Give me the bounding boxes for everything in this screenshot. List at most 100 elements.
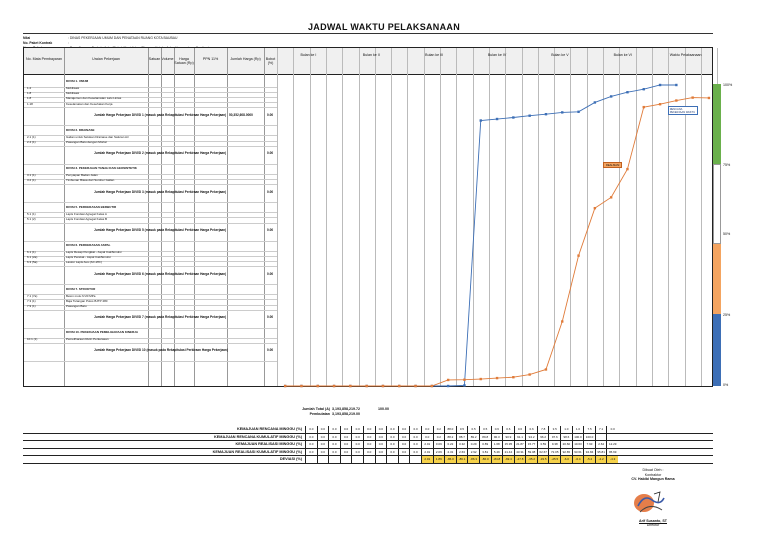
summary-cell [397,456,410,463]
summary-cell: 88.7 [455,433,468,440]
summary-cell: 92.65 [560,448,572,455]
signer-title: Direktur [646,523,660,528]
summary-cell: 88.0 [444,426,456,433]
summary-cells: 2.01 1.89 -86.0 -86.1 -86.3 -86.0 -84.8 -69.4 -4… [305,456,713,463]
summary-cell: -6.4 [571,456,584,463]
summary-cells: 0.0 0.0 0.0 0.0 0.0 0.0 0.0 0.0 0.0 0.0 0.0 0.2 88.0… [305,426,713,433]
summary-cell: 97.6 [548,433,560,440]
summary-label: KEMAJUAN RENCANA MINGGU (%) [236,427,302,432]
rounding-label: Pembulatan [309,411,330,416]
meta-value: : DINAS PEKERJAAN UMUM DAN PENATAAN RUAN… [68,36,178,40]
summary-cell: 1.0 [560,426,572,433]
summary-cell [328,456,340,463]
pct-label-100: 100% [723,83,733,87]
summary-cell: 2.63 [455,448,468,455]
summary-cell: 90.9 [502,433,514,440]
realisasi-point [675,99,678,102]
summary-cell: -4.3 [606,456,619,463]
realisasi-point [626,167,629,171]
summary-cell: 0.0 [339,426,352,433]
summary-row: KEMAJUAN RENCANA KUMULATIF MINGGU (%) 0.0… [23,433,713,441]
summary-cell: 0.2 [432,426,445,433]
summary-cells: 0.0 0.0 0.0 0.0 0.0 0.0 0.0 0.0 0.0 0.0 2.01 0.09 0.… [305,441,713,448]
summary-cell: -35.2 [525,456,537,463]
summary-cell: 59.08 [525,448,537,455]
summary-label: KEMAJUAN REALISASI KUMULATIF MINGGU (%) [212,449,302,454]
summary-cell: -47.8 [513,456,526,463]
realisasi-point [642,105,645,109]
summary-cell: 0.0 [316,426,329,433]
summary-cell: -86.1 [455,456,468,463]
summary-cell: 0.6 [502,426,514,433]
summary-cell: 90.3 [490,433,503,440]
summary-cell: 7.93 [583,441,595,448]
summary-cell [374,456,387,463]
summary-cell: 0.0 [374,448,387,455]
summary-cell [594,433,607,440]
summary-cell: 0.0 [606,426,618,433]
summary-cell: 15.95 [502,441,514,448]
summary-cell: 7.8 [536,426,549,433]
summary-cell: 0.5 [455,426,468,433]
summary-cell: 0.0 [305,426,317,433]
summary-cell: 0.0 [362,448,375,455]
summary-cell: 0.0 [328,441,340,448]
summary-cell: 0.0 [397,433,410,440]
rencana-point [544,112,548,116]
rencana-point [577,110,580,113]
signer-name-block: Arif Susanto, ST Direktur [598,519,708,528]
summary-cell: 0.6 [490,426,503,433]
summary-row: KEMAJUAN REALISASI KUMULATIF MINGGU (%) 0… [23,448,713,456]
summary-cell: 0.32 [455,441,468,448]
summary-cell: 0.0 [374,441,387,448]
summary-cell: 93.61 [571,448,584,455]
summary-cell: 0.6 [525,426,537,433]
summary-cell: 88.2 [444,433,456,440]
summary-cell: -86.0 [444,456,456,463]
summary-cell: 0.89 [478,441,491,448]
summary-cell: 0.0 [409,448,421,455]
realisasi-point [398,384,401,388]
summary-cell: 20.60 [560,441,572,448]
summary-cell: 0.0 [351,448,363,455]
summary-cell [316,456,329,463]
summary-row: KEMAJUAN REALISASI MINGGU (%) 0.0 0.0 0.0 0.… [23,441,713,449]
realisasi-point [528,373,531,376]
realisasi-point [561,320,564,323]
summary-cell [362,456,375,463]
summary-cell: 0.0 [328,426,340,433]
summary-cell: 0.0 [351,426,363,433]
summary-cell: 0.09 [432,441,445,448]
summary-cell: 0.0 [386,433,398,440]
rencana-point [528,114,531,117]
pct-label-50: 50% [723,232,731,236]
summary-cell: 1.89 [432,456,445,463]
pct-band-50 [713,244,721,314]
summary-cell: 0.0 [351,441,363,448]
realisasi-point [332,384,336,388]
realisasi-point [283,384,287,388]
summary-cell: 0.0 [305,448,317,455]
summary-cells: 0.0 0.0 0.0 0.0 0.0 0.0 0.0 0.0 0.0 0.0 2.01 2.09 2.… [305,448,713,455]
summary-cell: 0.0 [362,441,375,448]
summary-cell: 0.0 [305,441,317,448]
summary-cell: 0.0 [339,448,352,455]
realisasi-point [609,196,613,199]
summary-cell: 2.01 [420,456,433,463]
summary-cell: 95.69 [606,448,618,455]
summary-cell: 21.87 [513,441,526,448]
summary-cell [409,456,421,463]
summary-cell: -25.5 [548,456,561,463]
summary-cell: 100.0 [571,433,584,440]
rencana-point [512,116,515,119]
summary-cell: 0.0 [339,433,352,440]
summary-label: DEVIASI (%) [279,457,302,462]
realisasi-point [446,378,450,382]
summary-cell: -86.3 [467,456,479,463]
realisasi-point [691,96,694,99]
summary-cell: 2.92 [467,448,479,455]
summary-cell: 7.1 [594,426,607,433]
realisasi-point [593,206,597,210]
summary-cell: 95.81 [594,448,607,455]
summary-cell: 9.38 [548,441,560,448]
